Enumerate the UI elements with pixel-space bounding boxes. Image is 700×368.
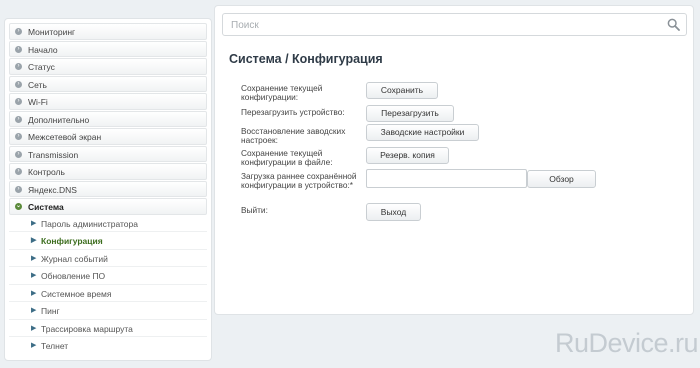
sidebar-item-label: Яндекс.DNS — [28, 184, 77, 195]
sidebar-item-label: Начало — [28, 44, 58, 55]
sidebar-subitem-telnet[interactable]: ▶ Телнет — [9, 338, 207, 355]
sidebar-item-control[interactable]: › Контроль — [9, 163, 207, 180]
bullet-icon: › — [15, 80, 22, 88]
sidebar-subitem-label: Пинг — [41, 306, 60, 316]
sidebar-subitem-system-time[interactable]: ▶ Системное время — [9, 286, 207, 302]
page-title: Система / Конфигурация — [229, 52, 383, 66]
sidebar-item-label: Межсетевой экран — [28, 132, 102, 142]
sidebar-subitem-label: Обновление ПО — [41, 271, 106, 281]
bullet-icon: › — [15, 98, 22, 105]
bullet-icon: › — [15, 185, 22, 193]
sidebar-subitem-label: Трассировка маршрута — [41, 323, 133, 334]
sidebar-item-yandex-dns[interactable]: › Яндекс.DNS — [9, 180, 207, 197]
watermark-logo: RuDevice.ru — [555, 328, 699, 358]
backup-label: Сохранение текущей конфигурации в файле: — [241, 148, 333, 167]
bullet-icon: › — [15, 63, 22, 70]
sidebar-item-firewall[interactable]: › Межсетевой экран — [9, 128, 207, 145]
sidebar-subitem-label: Конфигурация — [41, 236, 103, 246]
sidebar-item-label: Система — [28, 202, 64, 212]
sidebar-subitem-configuration[interactable]: ▶ Конфигурация — [9, 233, 207, 250]
search-input[interactable] — [223, 14, 663, 37]
bullet-icon: › — [15, 168, 22, 175]
sidebar-item-transmission[interactable]: › Transmission — [9, 145, 207, 162]
sidebar-item-network[interactable]: › Сеть — [9, 75, 207, 92]
triangle-right-icon: ▶ — [31, 289, 37, 297]
triangle-right-icon: ▶ — [31, 254, 37, 262]
sidebar-item-label: Контроль — [28, 167, 65, 177]
sidebar-item-monitoring[interactable]: › Мониторинг — [9, 23, 207, 40]
factory-reset-button[interactable]: Заводские настройки — [366, 124, 479, 141]
sidebar-subitem-firmware-update[interactable]: ▶ Обновление ПО — [9, 268, 207, 285]
content-panel: Система / Конфигурация Сохранение текуще… — [214, 5, 694, 315]
sidebar-subitem-label: Журнал событий — [41, 253, 108, 264]
search-box — [222, 13, 687, 37]
sidebar-item-label: Wi-Fi — [28, 97, 48, 107]
sidebar-item-wifi[interactable]: › Wi-Fi — [9, 93, 207, 110]
sidebar-item-status[interactable]: › Статус — [9, 58, 207, 75]
triangle-right-icon: ▶ — [31, 324, 37, 332]
sidebar-item-system[interactable]: ⌄ Система — [9, 198, 207, 215]
bullet-icon: › — [15, 133, 22, 140]
sidebar-subitem-ping[interactable]: ▶ Пинг — [9, 303, 207, 320]
bullet-icon: › — [15, 150, 22, 158]
triangle-right-icon: ▶ — [31, 342, 37, 349]
sidebar-item-label: Статус — [28, 62, 55, 72]
sidebar-item-label: Сеть — [28, 79, 47, 90]
sidebar-item-label: Мониторинг — [28, 27, 76, 37]
triangle-right-icon: ▶ — [31, 272, 37, 279]
bullet-icon: › — [15, 28, 22, 35]
sidebar-item-advanced[interactable]: › Дополнительно — [9, 110, 207, 127]
sidebar-item-label: Дополнительно — [28, 114, 90, 125]
sidebar-subitem-admin-password[interactable]: ▶ Пароль администратора — [9, 216, 207, 232]
sidebar-subitem-label: Телнет — [41, 341, 69, 351]
bullet-icon: › — [15, 45, 22, 53]
reboot-label: Перезагрузить устройство: — [241, 107, 345, 117]
sidebar-subitem-label: Пароль администратора — [41, 218, 138, 229]
triangle-right-icon: ▶ — [31, 219, 37, 227]
sidebar-subitem-label: Системное время — [41, 288, 112, 299]
sidebar-subitem-traceroute[interactable]: ▶ Трассировка маршрута — [9, 321, 207, 337]
factory-reset-label: Восстановление заводских настроек: — [241, 126, 346, 145]
reboot-button[interactable]: Перезагрузить — [366, 105, 454, 122]
sidebar-subitem-event-log[interactable]: ▶ Журнал событий — [9, 251, 207, 267]
save-config-label: Сохранение текущей конфигурации: — [241, 83, 323, 102]
file-path-field[interactable] — [366, 169, 527, 188]
browse-button[interactable]: Обзор — [527, 170, 596, 188]
sidebar-item-home[interactable]: › Начало — [9, 40, 207, 57]
triangle-right-icon: ▶ — [31, 307, 37, 314]
triangle-right-icon: ▶ — [31, 237, 37, 244]
expanded-bullet-icon: ⌄ — [15, 203, 22, 210]
logout-label: Выйти: — [241, 205, 268, 215]
upload-config-label: Загрузка раннее сохранённой конфигурации… — [241, 171, 357, 190]
backup-button[interactable]: Резерв. копия — [366, 147, 449, 164]
sidebar-menu: › Мониторинг › Начало › Статус › Сеть › … — [4, 18, 212, 361]
logout-button[interactable]: Выход — [366, 203, 421, 221]
sidebar-item-label: Transmission — [28, 149, 79, 160]
save-button[interactable]: Сохранить — [366, 82, 438, 99]
bullet-icon: › — [15, 115, 22, 123]
search-icon[interactable] — [667, 18, 680, 31]
